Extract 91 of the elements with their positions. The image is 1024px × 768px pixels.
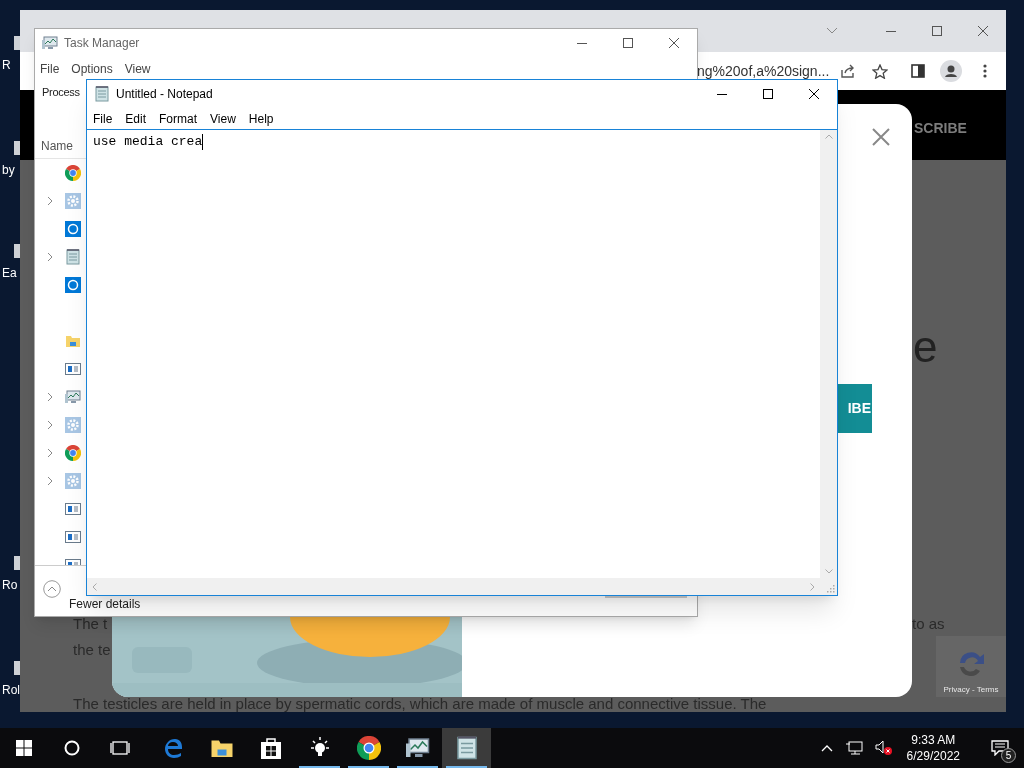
- running-indicator: [348, 766, 389, 768]
- app-window-icon: [65, 361, 81, 377]
- window-title: Task Manager: [64, 35, 140, 52]
- tab[interactable]: Process: [42, 83, 80, 101]
- desktop-icon-label: by: [2, 163, 15, 177]
- scroll-right-icon[interactable]: [810, 582, 815, 591]
- column-header[interactable]: Name: [41, 137, 73, 155]
- expand-chevron-icon[interactable]: [47, 448, 53, 458]
- typed-text: use media crea: [93, 134, 203, 150]
- search-circle-icon: [64, 740, 80, 756]
- notification-count: 5: [1001, 748, 1016, 763]
- expand-chevron-icon[interactable]: [47, 476, 53, 486]
- side-panel-icon[interactable]: [911, 64, 925, 78]
- desktop-icon: [14, 556, 20, 570]
- network-icon[interactable]: [844, 740, 863, 756]
- menu-item[interactable]: File: [93, 109, 113, 128]
- notepad-icon: [65, 249, 81, 265]
- menu-item[interactable]: Help: [248, 109, 274, 128]
- gear-icon: [65, 473, 81, 489]
- volume-muted-icon[interactable]: [874, 740, 893, 756]
- desktop-icon-label: Ro: [2, 578, 18, 592]
- notification-center-button[interactable]: 5: [984, 733, 1016, 763]
- desktop-icon: [14, 661, 20, 675]
- folder-icon: [65, 333, 81, 349]
- scroll-left-icon[interactable]: [92, 582, 97, 591]
- app-window-icon: [65, 529, 81, 545]
- desktop-icon: [14, 36, 20, 50]
- text-editor-area[interactable]: use media crea: [87, 130, 820, 578]
- notepad-icon: [454, 736, 479, 760]
- address-text[interactable]: ng%20of,a%20sign...: [697, 63, 830, 79]
- circle-app-icon: [65, 277, 81, 293]
- tab-search-icon[interactable]: [826, 27, 838, 35]
- app-window-icon: [65, 501, 81, 517]
- close-icon: [809, 89, 819, 99]
- text-cursor: [202, 134, 204, 150]
- circle-app-icon: [65, 221, 81, 237]
- desktop-icon: [14, 141, 20, 155]
- window-title: Untitled - Notepad: [116, 86, 213, 103]
- maximize-icon: [763, 89, 773, 99]
- collapse-chevron-icon[interactable]: [43, 579, 61, 598]
- maximize-icon: [623, 38, 633, 48]
- recaptcha-text[interactable]: Privacy - Terms: [943, 685, 999, 694]
- store-bag-icon: [259, 736, 282, 760]
- chrome-logo-icon: [65, 445, 81, 461]
- expand-chevron-icon[interactable]: [47, 392, 53, 402]
- maximize-icon: [932, 26, 942, 36]
- desktop-icon-label: Rol: [2, 683, 20, 697]
- task-view-icon: [109, 741, 131, 755]
- chrome-logo-icon: [356, 736, 381, 760]
- taskbar-app-button[interactable]: [442, 728, 491, 768]
- gear-icon: [65, 417, 81, 433]
- show-hidden-icons-chevron[interactable]: [820, 744, 833, 752]
- bookmark-star-icon[interactable]: [872, 64, 888, 79]
- monitor-graph-icon: [65, 389, 81, 405]
- expand-chevron-icon[interactable]: [47, 420, 53, 430]
- resize-grip-icon[interactable]: [827, 585, 835, 593]
- share-icon[interactable]: [840, 64, 856, 78]
- more-menu-icon[interactable]: [983, 64, 987, 78]
- chrome-logo-icon: [65, 165, 81, 181]
- subscribe-button[interactable]: IBE: [838, 384, 872, 433]
- menu-item[interactable]: View: [124, 60, 151, 78]
- scroll-down-icon[interactable]: [824, 569, 833, 574]
- notepad-icon: [94, 86, 110, 102]
- horizontal-scrollbar[interactable]: [87, 578, 820, 595]
- clock-date[interactable]: 6/29/2022: [906, 748, 960, 764]
- fewer-details-link[interactable]: Fewer details: [69, 597, 141, 611]
- desktop-icon-label: R: [2, 58, 11, 72]
- close-icon[interactable]: [872, 128, 890, 146]
- profile-avatar-icon[interactable]: [940, 60, 962, 82]
- heading-text: e: [913, 322, 938, 372]
- menu-item[interactable]: Options: [71, 60, 113, 78]
- running-indicator: [397, 766, 438, 768]
- monitor-graph-icon: [405, 736, 430, 760]
- vertical-scrollbar[interactable]: [820, 130, 837, 578]
- close-icon: [978, 26, 988, 36]
- menu-item[interactable]: View: [210, 109, 236, 128]
- menu-item[interactable]: File: [40, 60, 60, 78]
- gear-icon: [65, 193, 81, 209]
- expand-chevron-icon[interactable]: [47, 196, 53, 206]
- monitor-graph-icon: [42, 35, 58, 51]
- menu-item[interactable]: Edit: [125, 109, 147, 128]
- desktop-icon-label: Ea: [2, 266, 17, 280]
- desktop-icon: [14, 244, 20, 258]
- menu-item[interactable]: Format: [159, 109, 198, 128]
- windows-logo-icon: [16, 740, 32, 756]
- clock-time[interactable]: 9:33 AM: [911, 732, 956, 748]
- running-indicator: [446, 766, 487, 768]
- expand-chevron-icon[interactable]: [47, 252, 53, 262]
- running-indicator: [299, 766, 340, 768]
- close-icon: [669, 38, 679, 48]
- scroll-up-icon[interactable]: [824, 134, 833, 139]
